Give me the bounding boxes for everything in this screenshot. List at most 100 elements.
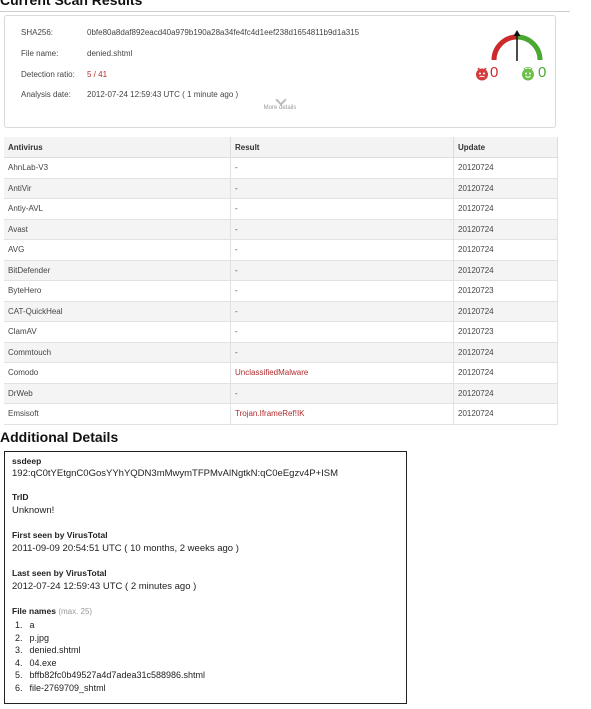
detection-ratio-row: Detection ratio: 5 / 41 xyxy=(21,70,107,79)
antivirus-name-cell: AVG xyxy=(4,239,231,261)
trid-value: Unknown! xyxy=(12,505,55,516)
result-cell: - xyxy=(230,301,454,322)
file-name-text: a xyxy=(29,620,35,630)
update-cell: 20120724 xyxy=(453,260,558,281)
result-cell: - xyxy=(230,260,454,281)
antivirus-name-cell: AhnLab-V3 xyxy=(4,157,231,179)
table-row: Antiy-AVL -20120724 xyxy=(4,198,558,220)
list-item-number: 6. xyxy=(15,682,23,693)
list-item-number: 3. xyxy=(15,645,23,656)
sha256-value: 0bfe80a8daf892eacd40a979b190a28a34fe4fc4… xyxy=(87,28,360,37)
chevron-down-icon[interactable] xyxy=(275,94,287,106)
antivirus-name-cell: ClamAV xyxy=(4,321,231,343)
update-cell: 20120724 xyxy=(453,157,558,179)
good-face-icon[interactable] xyxy=(521,67,535,81)
result-cell: - xyxy=(230,342,454,363)
list-item: 6. file-2769709_shtml xyxy=(15,683,205,696)
scan-summary-panel: SHA256: 0bfe80a8daf892eacd40a979b190a28a3… xyxy=(4,15,556,128)
table-row: AVG -20120724 xyxy=(4,239,558,261)
column-header-result[interactable]: Result xyxy=(230,137,454,158)
list-item-number: 2. xyxy=(15,632,23,643)
update-cell: 20120724 xyxy=(453,198,558,220)
antivirus-name-cell: DrWeb xyxy=(4,383,231,404)
table-row: AntiVir -20120724 xyxy=(4,178,558,199)
update-cell: 20120723 xyxy=(453,321,558,343)
table-row: BitDefender -20120724 xyxy=(4,260,558,281)
file-name-text: bffb82fc0b49527a4d7adea31c588986.shtml xyxy=(29,670,206,681)
analysis-date-row: Analysis date: 2012-07-24 12:59:43 UTC ( … xyxy=(21,90,238,99)
filename-value: denied.shtml xyxy=(87,49,133,58)
evil-face-icon[interactable] xyxy=(475,67,489,81)
file-name-text: denied.shtml xyxy=(29,645,81,656)
result-cell: - xyxy=(230,198,454,220)
file-names-heading: File names (max. 25) xyxy=(12,606,92,616)
table-row: AhnLab-V3-20120724 xyxy=(4,157,558,179)
result-cell: Trojan.IframeRef!IK xyxy=(230,403,454,425)
update-cell: 20120724 xyxy=(453,178,558,199)
list-item: 5. bffb82fc0b49527a4d7adea31c588986.shtm… xyxy=(15,670,205,683)
result-cell: - xyxy=(230,321,454,343)
trid-label: TrID xyxy=(12,492,29,502)
update-cell: 20120724 xyxy=(453,362,558,384)
file-names-label: File names xyxy=(12,606,56,616)
column-header-antivirus[interactable]: Antivirus xyxy=(4,137,231,158)
first-seen-value: 2011-09-09 20:54:51 UTC ( 10 months, 2 w… xyxy=(12,543,239,554)
antivirus-name-cell: Commtouch xyxy=(4,342,231,363)
table-row: ByteHero -20120723 xyxy=(4,280,558,302)
table-row: Emsisoft Trojan.IframeRef!IK 20120724 xyxy=(4,403,558,425)
result-cell: - xyxy=(230,157,454,179)
heading-rule xyxy=(0,11,570,12)
table-row: Comodo UnclassifiedMalware 20120724 xyxy=(4,362,558,384)
additional-details-heading: Additional Details xyxy=(0,429,119,445)
sha256-row: SHA256: 0bfe80a8daf892eacd40a979b190a28a3… xyxy=(21,28,359,37)
antivirus-name-cell: Avast xyxy=(4,219,231,240)
column-header-update[interactable]: Update xyxy=(453,137,558,158)
file-names-max: (max. 25) xyxy=(58,607,93,616)
list-item-number: 5. xyxy=(15,670,23,681)
list-item: 3. denied.shtml xyxy=(15,645,205,658)
antivirus-name-cell: CAT-QuickHeal xyxy=(4,301,231,322)
result-cell: - xyxy=(230,239,454,261)
good-votes-count: 0 xyxy=(538,64,547,81)
antivirus-name-cell: AntiVir xyxy=(4,178,231,199)
table-row: Commtouch -20120724 xyxy=(4,342,558,363)
update-cell: 20120724 xyxy=(453,383,558,404)
table-row: DrWeb -20120724 xyxy=(4,383,558,404)
table-row: CAT-QuickHeal -20120724 xyxy=(4,301,558,322)
update-cell: 20120724 xyxy=(453,239,558,261)
current-scan-results-heading: Current Scan Results xyxy=(0,0,143,8)
bad-votes-count: 0 xyxy=(490,64,499,81)
list-item-number: 4. xyxy=(15,657,23,668)
first-seen-label: First seen by VirusTotal xyxy=(12,530,108,540)
result-cell: - xyxy=(230,219,454,240)
antivirus-name-cell: BitDefender xyxy=(4,260,231,281)
list-item: 4. 04.exe xyxy=(15,658,205,671)
detection-ratio-label: Detection ratio: xyxy=(21,70,75,79)
result-cell: - xyxy=(230,280,454,302)
analysis-date-label: Analysis date: xyxy=(21,90,71,99)
update-cell: 20120724 xyxy=(453,403,558,425)
file-name-text: file-2769709_shtml xyxy=(29,682,106,693)
result-cell: UnclassifiedMalware xyxy=(230,362,454,384)
antivirus-name-cell: Antiy-AVL xyxy=(4,198,231,220)
table-header-row: Antivirus Result Update xyxy=(4,137,558,158)
additional-details-panel: ssdeep 192:qC0tYEtgnC0GosYYhYQDN3mMwymTF… xyxy=(4,451,407,704)
antivirus-results-table: Antivirus Result Update AhnLab-V3-201207… xyxy=(4,137,558,425)
sha256-label: SHA256: xyxy=(21,28,54,37)
antivirus-name-cell: ByteHero xyxy=(4,280,231,302)
filename-row: File name: denied.shtml xyxy=(21,49,132,58)
analysis-date-value: 2012-07-24 12:59:43 UTC ( 1 minute ago ) xyxy=(87,90,239,99)
update-cell: 20120724 xyxy=(453,342,558,363)
update-cell: 20120724 xyxy=(453,301,558,322)
update-cell: 20120723 xyxy=(453,280,558,302)
last-seen-label: Last seen by VirusTotal xyxy=(12,568,107,578)
more-details-link[interactable]: More details xyxy=(5,105,555,111)
result-cell: - xyxy=(230,383,454,404)
antivirus-name-cell: Comodo xyxy=(4,362,231,384)
file-name-text: 04.exe xyxy=(29,657,57,668)
update-cell: 20120724 xyxy=(453,219,558,240)
table-row: Avast -20120724 xyxy=(4,219,558,240)
file-name-text: p.jpg xyxy=(29,632,50,643)
detection-ratio-value: 5 / 41 xyxy=(87,70,108,79)
list-item: 1. a xyxy=(15,620,205,633)
